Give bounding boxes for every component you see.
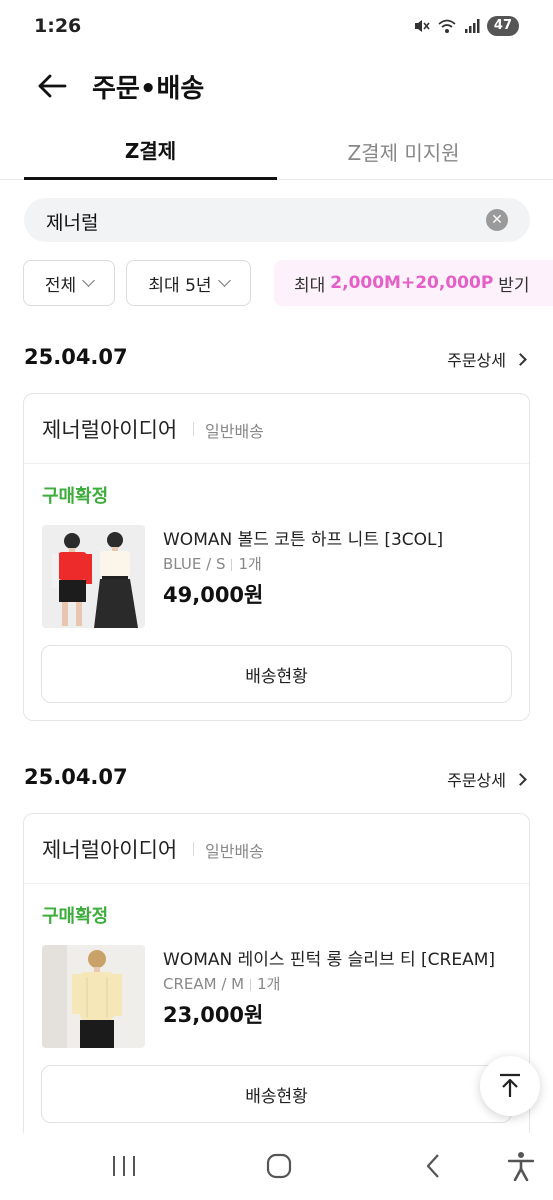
- promo-suffix: 받기: [498, 275, 530, 296]
- period-filter-label: 최대 5년: [148, 275, 212, 296]
- promo-highlight: 2,000M+20,000P: [330, 273, 494, 293]
- delivery-status-button[interactable]: 배송현황: [41, 1065, 512, 1123]
- accessibility-icon[interactable]: [504, 1151, 538, 1181]
- order-detail-label: 주문상세: [447, 771, 506, 790]
- product-thumbnail[interactable]: [42, 525, 145, 628]
- chevron-down-icon: [82, 274, 96, 287]
- promo-banner-button[interactable]: 최대 2,000M+20,000P 받기: [274, 260, 553, 306]
- product-thumbnail[interactable]: [42, 945, 145, 1048]
- page-title: 주문•배송: [92, 74, 205, 104]
- mute-icon: [414, 20, 430, 32]
- seller-name[interactable]: 제너럴아이디어: [42, 414, 177, 444]
- order-detail-link[interactable]: 주문상세: [447, 347, 527, 371]
- chevron-right-icon: [514, 772, 527, 786]
- search-value[interactable]: 제너럴: [46, 208, 98, 235]
- order-detail-label: 주문상세: [447, 351, 506, 370]
- divider: [193, 842, 194, 856]
- order-card: 제너럴아이디어 일반배송 구매확정 WOMAN 볼드 코튼 하프 니트 [3CO…: [23, 393, 530, 721]
- product-photo: [42, 945, 145, 1048]
- scroll-to-top-button[interactable]: [480, 1056, 540, 1116]
- status-time: 1:26: [34, 15, 82, 37]
- tab-z-pay[interactable]: Z결제: [24, 122, 277, 180]
- product-option: BLUE / S 1개: [163, 553, 262, 574]
- product-price: 23,000원: [163, 1003, 264, 1027]
- status-filter-label: 전체: [44, 275, 77, 296]
- status-filter-button[interactable]: 전체: [23, 260, 115, 306]
- filter-row: 전체 최대 5년 최대 2,000M+20,000P 받기: [0, 260, 553, 308]
- status-bar: 1:26 47: [0, 0, 553, 56]
- search-input[interactable]: 제너럴 ✕: [24, 198, 530, 242]
- home-icon[interactable]: [262, 1151, 296, 1181]
- quantity: 1개: [238, 555, 262, 573]
- product-photo: [42, 525, 145, 628]
- divider: [193, 422, 194, 436]
- header: 주문•배송: [0, 56, 553, 116]
- chevron-down-icon: [217, 274, 231, 287]
- delivery-status-button[interactable]: 배송현황: [41, 645, 512, 703]
- battery-icon: 47: [486, 16, 519, 36]
- clear-icon[interactable]: ✕: [486, 209, 508, 231]
- product-price: 49,000원: [163, 583, 264, 607]
- product-name[interactable]: WOMAN 볼드 코튼 하프 니트 [3COL]: [163, 525, 443, 550]
- chevron-right-icon: [514, 352, 527, 366]
- promo-prefix: 최대: [294, 275, 326, 296]
- order-date: 25.04.07: [24, 345, 128, 369]
- seller-row: 제너럴아이디어 일반배송: [24, 394, 529, 464]
- option-value: BLUE / S: [163, 555, 226, 573]
- signal-icon: [464, 19, 480, 33]
- divider: [231, 558, 233, 571]
- system-nav-bar: [0, 1133, 553, 1200]
- recent-apps-icon[interactable]: [107, 1151, 141, 1181]
- wifi-icon: [438, 19, 456, 33]
- seller-row: 제너럴아이디어 일반배송: [24, 814, 529, 884]
- tab-bar: Z결제 Z결제 미지원: [0, 122, 553, 180]
- seller-name[interactable]: 제너럴아이디어: [42, 834, 177, 864]
- shipping-type: 일반배송: [205, 422, 264, 441]
- order-date: 25.04.07: [24, 765, 128, 789]
- shipping-type: 일반배송: [205, 842, 264, 861]
- order-card: 제너럴아이디어 일반배송 구매확정 WOMAN 레이스 핀턱 롱 슬리브 티 […: [23, 813, 530, 1141]
- period-filter-button[interactable]: 최대 5년: [126, 260, 251, 306]
- arrow-up-icon: [500, 1073, 520, 1097]
- divider: [250, 978, 252, 991]
- option-value: CREAM / M: [163, 975, 245, 993]
- tab-z-pay-unsupported[interactable]: Z결제 미지원: [277, 122, 530, 180]
- order-status: 구매확정: [42, 486, 109, 507]
- product-option: CREAM / M 1개: [163, 973, 280, 994]
- product-name[interactable]: WOMAN 레이스 핀턱 롱 슬리브 티 [CREAM]: [163, 945, 495, 970]
- quantity: 1개: [257, 975, 281, 993]
- order-detail-link[interactable]: 주문상세: [447, 767, 527, 791]
- back-icon[interactable]: [417, 1151, 451, 1181]
- order-status: 구매확정: [42, 906, 109, 927]
- status-icons: 47: [413, 16, 519, 36]
- arrow-left-icon[interactable]: [36, 70, 68, 102]
